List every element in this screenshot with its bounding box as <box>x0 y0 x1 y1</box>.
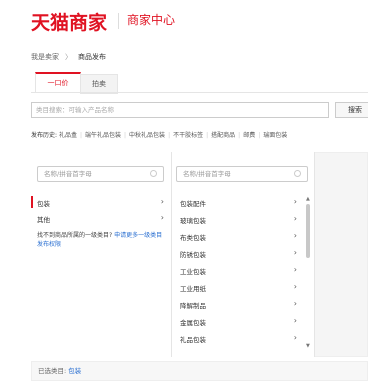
chevron-right-icon: › <box>293 333 297 342</box>
tabs-divider <box>31 92 368 93</box>
history-label: 发布历史: <box>31 132 58 139</box>
history-item[interactable]: 不干胶标签 <box>173 132 203 139</box>
subcategory-item[interactable]: 布类包装 › <box>180 231 297 242</box>
subcategory-item[interactable]: 玻璃包装 › <box>180 214 297 225</box>
chevron-right-icon: › <box>293 231 297 240</box>
chevron-right-icon: › <box>293 197 297 206</box>
page-title: 商家中心 <box>127 13 176 27</box>
history-item[interactable]: 礼品盒 <box>59 132 77 139</box>
subcategory-label: 防锈包装 <box>180 251 206 259</box>
tab-auction[interactable]: 拍卖 <box>80 74 118 94</box>
level1-filter-placeholder: 名称/拼音首字母 <box>44 170 92 178</box>
history-item[interactable]: 搭配商品 <box>211 132 235 139</box>
chevron-right-icon: › <box>293 248 297 257</box>
breadcrumb-current: 商品发布 <box>78 53 106 61</box>
apply-more-categories-note: 找不到商品所属的一级类目? 申请更多一级类目发布权限 <box>37 231 167 249</box>
level2-filter-placeholder: 名称/拼音首字母 <box>183 170 231 178</box>
breadcrumb-separator: 〉 <box>65 53 72 61</box>
history-item[interactable]: 端午礼品包装 <box>85 132 121 139</box>
scroll-down-icon[interactable]: ▼ <box>306 343 310 349</box>
scrollbar-thumb[interactable] <box>306 204 310 258</box>
search-button[interactable]: 搜索 <box>335 102 368 118</box>
category-item-packaging[interactable]: 包装 › <box>37 197 164 208</box>
header-divider <box>118 13 119 29</box>
chevron-right-icon: › <box>160 213 164 222</box>
subcategory-item[interactable]: 防锈包装 › <box>180 248 297 259</box>
breadcrumb-home-link[interactable]: 我是卖家 <box>31 53 59 61</box>
category-search-input[interactable]: 类目搜索：可输入产品名称 <box>31 102 329 118</box>
level2-filter-input[interactable]: 名称/拼音首字母 <box>176 166 308 182</box>
chevron-right-icon: › <box>293 265 297 274</box>
selected-category-label: 已选类目: <box>38 367 69 375</box>
chevron-right-icon: › <box>160 197 164 206</box>
subcategory-item[interactable]: 金属包装 › <box>180 316 297 327</box>
publish-history: 发布历史: 礼品盒 | 端午礼品包装 | 中秋礼品包装 | 不干胶标签 | 搭配商品 | 邮费 | 瑞面… <box>31 132 288 139</box>
search-icon <box>294 170 301 177</box>
history-item[interactable]: 中秋礼品包装 <box>129 132 165 139</box>
chevron-right-icon: › <box>293 299 297 308</box>
subcategory-item[interactable]: 工业包装 › <box>180 265 297 276</box>
selected-category-value: 包装 <box>68 367 82 375</box>
subcategory-item[interactable]: 礼品包装 › <box>180 333 297 344</box>
category-item-label: 包装 <box>37 200 50 208</box>
subcategory-label: 玻璃包装 <box>180 217 206 225</box>
subcategory-label: 降解制品 <box>180 302 206 310</box>
subcategory-label: 工业用纸 <box>180 285 206 293</box>
note-text: 找不到商品所属的一级类目? <box>37 232 115 239</box>
tab-fixed-price[interactable]: 一口价 <box>35 72 81 93</box>
breadcrumb: 我是卖家〉商品发布 <box>31 52 106 62</box>
scroll-up-icon[interactable]: ▲ <box>306 196 310 202</box>
subcategory-label: 礼品包装 <box>180 336 206 344</box>
subcategory-item[interactable]: 包装配件 › <box>180 197 297 208</box>
search-icon <box>150 170 157 177</box>
subcategory-item[interactable]: 工业用纸 › <box>180 282 297 293</box>
subcategory-label: 包装配件 <box>180 200 206 208</box>
chevron-right-icon: › <box>293 282 297 291</box>
chevron-right-icon: › <box>293 316 297 325</box>
category-item-label: 其他 <box>37 216 50 224</box>
history-item[interactable]: 瑞面包装 <box>263 132 287 139</box>
history-item[interactable]: 邮费 <box>243 132 255 139</box>
subcategory-label: 布类包装 <box>180 234 206 242</box>
subcategory-label: 金属包装 <box>180 319 206 327</box>
tmall-logo: 天猫商家 <box>31 12 108 34</box>
selected-indicator <box>31 196 33 208</box>
subcategory-item[interactable]: 降解制品 › <box>180 299 297 310</box>
category-column-level1 <box>31 152 172 357</box>
subcategory-label: 工业包装 <box>180 268 206 276</box>
selected-category-bar: 已选类目: 包装 <box>31 361 368 381</box>
category-item-other[interactable]: 其他 › <box>37 213 164 224</box>
chevron-right-icon: › <box>293 214 297 223</box>
level1-filter-input[interactable]: 名称/拼音首字母 <box>37 166 164 182</box>
